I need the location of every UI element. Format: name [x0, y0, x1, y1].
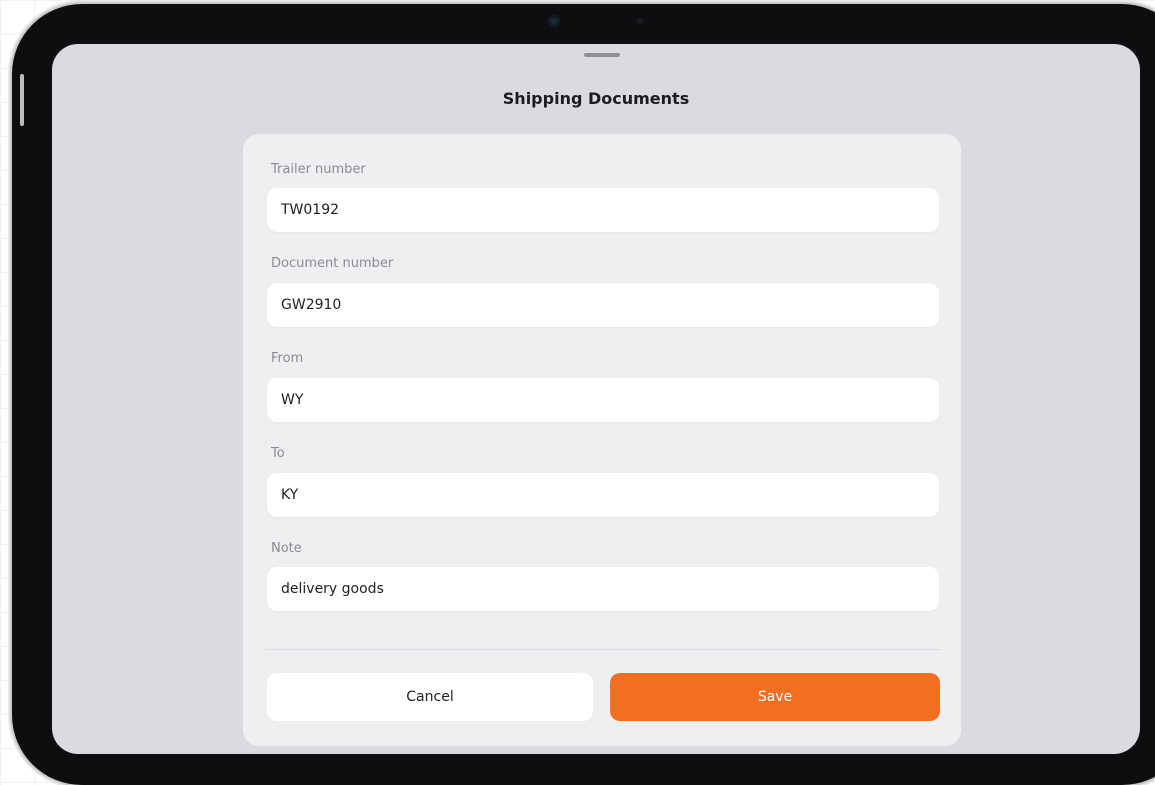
cancel-button[interactable]: Cancel [267, 673, 593, 721]
save-button[interactable]: Save [610, 673, 940, 721]
from-label: From [271, 351, 304, 366]
shipping-form-card: Trailer number TW0192 Document number GW… [243, 134, 961, 746]
divider [265, 649, 941, 650]
trailer-number-label: Trailer number [271, 162, 366, 177]
trailer-number-input[interactable]: TW0192 [267, 188, 939, 232]
note-input[interactable]: delivery goods [267, 567, 939, 611]
side-button [20, 74, 24, 126]
sheet-grabber-handle[interactable] [584, 53, 620, 57]
document-number-input[interactable]: GW2910 [267, 283, 939, 327]
from-input[interactable]: WY [267, 378, 939, 422]
sheet-title: Shipping Documents [502, 89, 690, 108]
canvas: Shipping Documents Trailer number TW0192… [0, 0, 1155, 785]
note-label: Note [271, 541, 302, 556]
camera-icon [548, 15, 560, 27]
to-input[interactable]: KY [267, 473, 939, 517]
to-label: To [271, 446, 285, 461]
tablet-frame: Shipping Documents Trailer number TW0192… [12, 4, 1155, 785]
document-number-label: Document number [271, 256, 394, 271]
sensor-icon [637, 18, 643, 24]
screen: Shipping Documents Trailer number TW0192… [52, 44, 1140, 754]
